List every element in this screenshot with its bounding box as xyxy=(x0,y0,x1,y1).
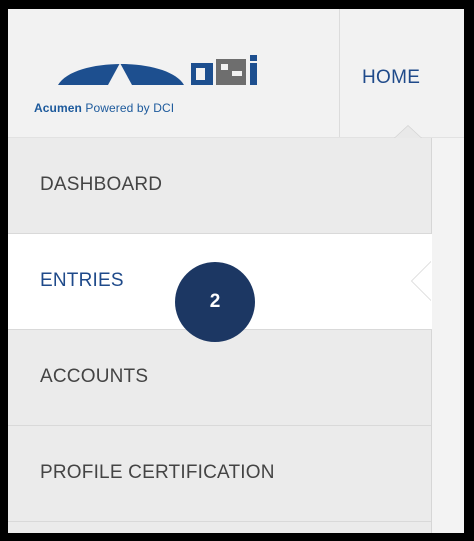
tab-home-caret-icon xyxy=(394,125,422,138)
sidebar-item-label: PROFILE CERTIFICATION xyxy=(40,462,275,483)
sidebar-item-accounts[interactable]: ACCOUNTS xyxy=(8,330,431,426)
sidebar-item-profile-certification[interactable]: PROFILE CERTIFICATION xyxy=(8,426,431,522)
sidebar-item-label: ACCOUNTS xyxy=(40,366,149,387)
logo-tagline: Acumen Powered by DCI xyxy=(34,101,175,115)
active-pointer-icon xyxy=(411,261,431,301)
content-gutter xyxy=(432,138,464,533)
acumen-dci-logo-icon xyxy=(58,55,257,85)
tab-home-label: HOME xyxy=(362,67,421,88)
sidebar-item-label: ENTRIES xyxy=(40,270,124,291)
tab-home[interactable]: HOME xyxy=(340,9,464,138)
top-header: Acumen Powered by DCI HOME xyxy=(8,9,464,138)
logo-area[interactable]: Acumen Powered by DCI xyxy=(8,9,340,137)
sidebar-item-label: DASHBOARD xyxy=(40,174,163,195)
step-number-badge: 2 xyxy=(175,262,255,342)
sidebar-item-dashboard[interactable]: DASHBOARD xyxy=(8,138,431,234)
